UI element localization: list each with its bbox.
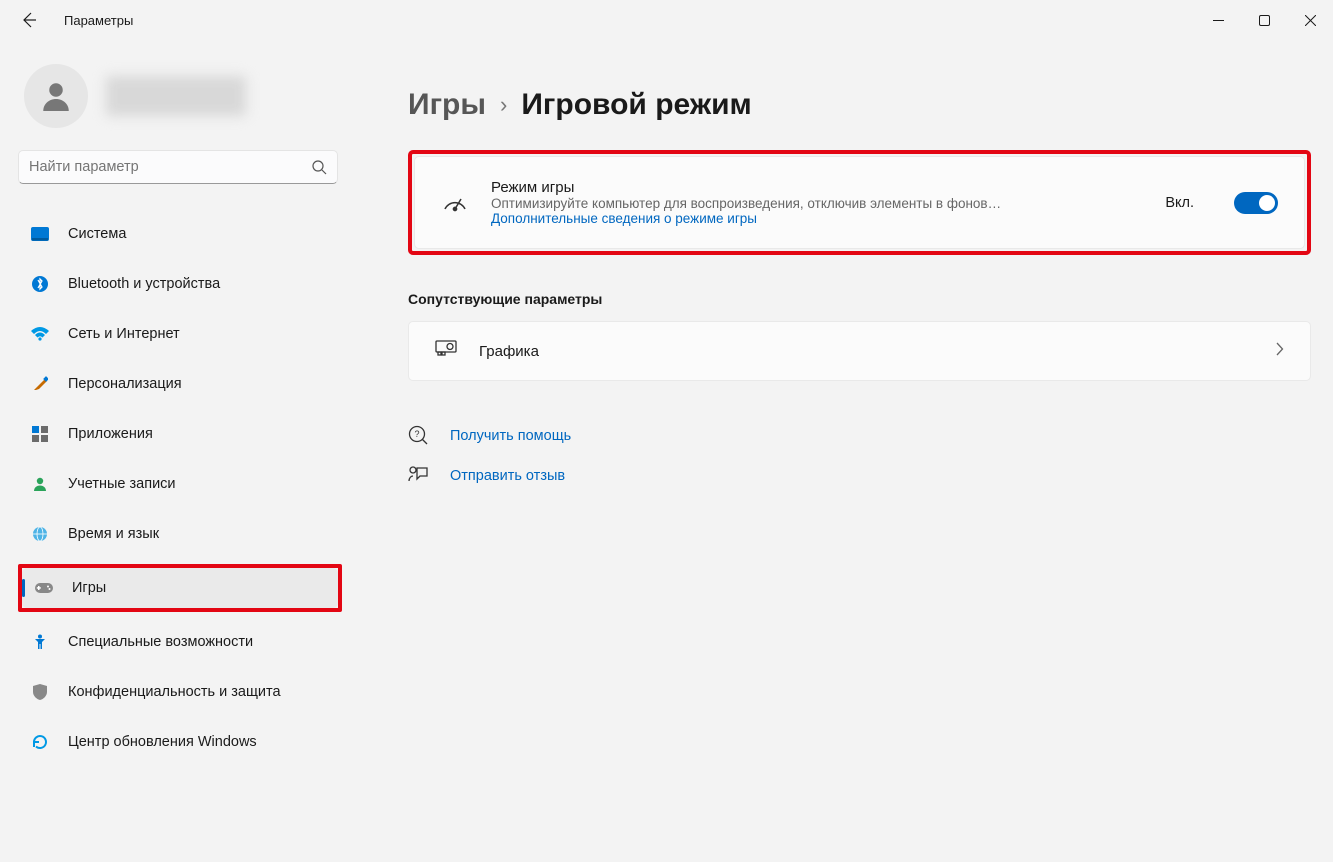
sidebar-item-label: Специальные возможности [68,634,253,650]
sidebar-item-label: Система [68,226,126,242]
sidebar-item-label: Игры [72,580,106,596]
sidebar-highlight-box: Игры [18,564,342,612]
arrow-left-icon [21,12,37,28]
related-item-graphics[interactable]: Графика [408,321,1311,381]
maximize-icon [1259,15,1270,26]
breadcrumb: Игры › Игровой режим [408,88,1311,122]
sidebar-item-label: Приложения [68,426,153,442]
help-icon: ? [408,425,430,447]
sidebar-item-label: Центр обновления Windows [68,734,257,750]
window-title: Параметры [64,13,133,28]
graphics-card-icon [435,340,457,362]
sidebar-item-label: Bluetooth и устройства [68,276,220,292]
sidebar-item-apps[interactable]: Приложения [18,414,342,454]
game-mode-toggle[interactable] [1234,192,1278,214]
search-input[interactable] [29,159,311,175]
search-box[interactable] [18,150,338,184]
window-controls [1195,5,1333,35]
gauge-icon [441,189,469,217]
profile-section[interactable] [18,64,342,128]
profile-name-redacted [106,76,246,116]
game-mode-description: Оптимизируйте компьютер для воспроизведе… [491,196,1071,211]
minimize-icon [1213,15,1224,26]
game-mode-status-label: Вкл. [1165,195,1194,211]
sidebar-item-label: Персонализация [68,376,182,392]
shield-icon [30,682,50,702]
sidebar-item-personalization[interactable]: Персонализация [18,364,342,404]
sidebar: Система Bluetooth и устройства Сеть и Ин… [0,40,360,862]
game-mode-title: Режим игры [491,179,1143,196]
update-icon [30,732,50,752]
chevron-right-icon: › [500,92,507,118]
avatar [24,64,88,128]
svg-text:?: ? [414,429,419,439]
gamepad-icon [34,578,54,598]
sidebar-item-games[interactable]: Игры [22,568,338,608]
sidebar-item-privacy[interactable]: Конфиденциальность и защита [18,672,342,712]
game-mode-learn-more-link[interactable]: Дополнительные сведения о режиме игры [491,211,1143,226]
person-small-icon [30,474,50,494]
breadcrumb-root[interactable]: Игры [408,88,486,122]
person-icon [38,78,74,114]
game-mode-card: Режим игры Оптимизируйте компьютер для в… [414,156,1305,249]
settings-window: Параметры [0,0,1333,862]
close-button[interactable] [1287,5,1333,35]
page-title: Игровой режим [521,88,751,122]
titlebar: Параметры [0,0,1333,40]
titlebar-left: Параметры [12,3,133,37]
minimize-button[interactable] [1195,5,1241,35]
sidebar-item-label: Учетные записи [68,476,176,492]
back-button[interactable] [12,3,46,37]
get-help-row[interactable]: ? Получить помощь [408,425,1311,447]
sidebar-item-accounts[interactable]: Учетные записи [18,464,342,504]
sidebar-item-time-language[interactable]: Время и язык [18,514,342,554]
sidebar-item-bluetooth[interactable]: Bluetooth и устройства [18,264,342,304]
sidebar-item-label: Конфиденциальность и защита [68,684,281,700]
sidebar-item-network[interactable]: Сеть и Интернет [18,314,342,354]
apps-icon [30,424,50,444]
sidebar-item-system[interactable]: Система [18,214,342,254]
wifi-icon [30,324,50,344]
related-section-title: Сопутствующие параметры [408,291,1311,307]
paintbrush-icon [30,374,50,394]
sidebar-item-accessibility[interactable]: Специальные возможности [18,622,342,662]
chevron-right-icon [1275,342,1284,360]
nav-list: Система Bluetooth и устройства Сеть и Ин… [18,214,342,772]
bluetooth-icon [30,274,50,294]
search-icon [311,159,327,175]
send-feedback-row[interactable]: Отправить отзыв [408,465,1311,487]
maximize-button[interactable] [1241,5,1287,35]
game-mode-highlight-box: Режим игры Оптимизируйте компьютер для в… [408,150,1311,255]
close-icon [1305,15,1316,26]
get-help-link[interactable]: Получить помощь [450,428,571,444]
support-section: ? Получить помощь Отправить отзыв [408,425,1311,487]
sidebar-item-windows-update[interactable]: Центр обновления Windows [18,722,342,762]
sidebar-item-label: Время и язык [68,526,159,542]
main-content: Игры › Игровой режим Режим игры Оптимизи… [360,40,1333,862]
globe-clock-icon [30,524,50,544]
send-feedback-link[interactable]: Отправить отзыв [450,468,565,484]
accessibility-icon [30,632,50,652]
sidebar-item-label: Сеть и Интернет [68,326,180,342]
display-icon [30,224,50,244]
related-item-label: Графика [479,343,1253,360]
game-mode-body: Режим игры Оптимизируйте компьютер для в… [491,179,1143,226]
feedback-icon [408,465,430,487]
